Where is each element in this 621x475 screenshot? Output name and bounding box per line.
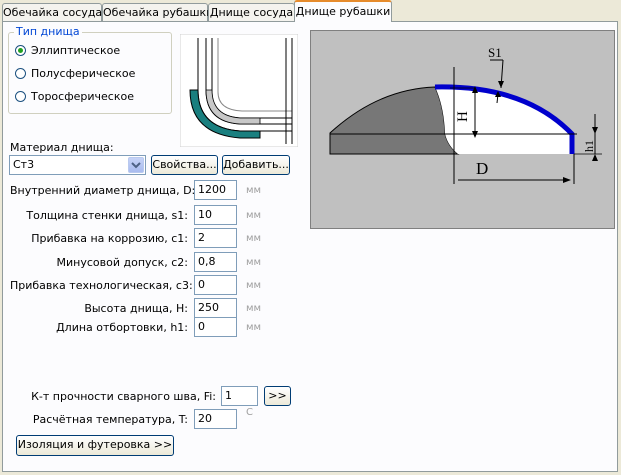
insulation-button[interactable]: Изоляция и футеровка >> [16,435,174,456]
material-select[interactable]: Ст3 [9,155,146,175]
head-height-unit: мм [246,303,262,314]
chevron-down-icon[interactable] [128,157,144,173]
temperature-label: Расчётная температура, T: [32,413,188,426]
tech-allowance-input[interactable]: 0 [194,275,237,295]
drawing-label-s1: S1 [488,45,502,60]
radio-torispherical[interactable] [15,91,26,102]
tab-vessel-head[interactable]: Днище сосуда [208,3,295,21]
temperature-input[interactable]: 20 [194,409,237,429]
head-height-input[interactable]: 250 [194,298,237,318]
corrosion-label: Прибавка на коррозию, c1: [31,232,188,245]
diameter-input[interactable]: 1200 [194,180,237,200]
wall-thickness-label: Толщина стенки днища, s1: [26,209,188,222]
material-label: Материал днища: [10,141,114,154]
temperature-unit: С [246,407,253,418]
wall-thickness-unit: мм [246,210,262,221]
radio-torispherical-label[interactable]: Торосферическое [31,90,134,103]
drawing-label-d: D [476,159,488,178]
head-thumbnail-image [180,34,298,147]
corrosion-input[interactable]: 2 [194,228,237,248]
flange-length-unit: мм [246,322,262,333]
drawing-label-h1: h1 [582,140,596,152]
flange-length-label: Длина отбортовки, h1: [56,321,188,334]
tab-jacket-head[interactable]: Днище рубашки [294,0,392,22]
corrosion-unit: мм [246,233,262,244]
tab-jacket-shell[interactable]: Обечайка рубашки [102,3,213,21]
head-height-label: Высота днища, H: [84,302,188,315]
diameter-label: Внутренний диаметр днища, D: [10,184,196,197]
radio-hemispherical-label[interactable]: Полусферическое [31,67,135,80]
weld-coef-input[interactable]: 1 [221,386,258,406]
material-select-value: Ст3 [13,158,35,171]
tolerance-input[interactable]: 0,8 [194,252,237,272]
weld-coef-button[interactable]: >> [264,386,291,406]
flange-length-input[interactable]: 0 [194,317,237,337]
weld-coef-label: К-т прочности сварного шва, Fi: [31,390,216,403]
tech-allowance-label: Прибавка технологическая, c3: [10,279,193,292]
tab-vessel-shell[interactable]: Обечайка сосуда [2,3,102,21]
add-material-button[interactable]: Добавить... [222,155,290,175]
radio-elliptical-label[interactable]: Эллиптическое [31,44,120,57]
wall-thickness-input[interactable]: 10 [194,205,237,225]
head-type-title: Тип днища [14,25,82,38]
properties-button[interactable]: Свойства... [151,155,218,175]
tolerance-unit: мм [246,257,262,268]
tolerance-label: Минусовой допуск, c2: [56,256,188,269]
tech-allowance-unit: мм [246,280,262,291]
radio-hemispherical[interactable] [15,68,26,79]
drawing-label-h: H [455,111,471,122]
radio-elliptical[interactable] [15,45,26,56]
head-drawing: S1 H h1 D [310,30,615,229]
diameter-unit: мм [246,185,262,196]
